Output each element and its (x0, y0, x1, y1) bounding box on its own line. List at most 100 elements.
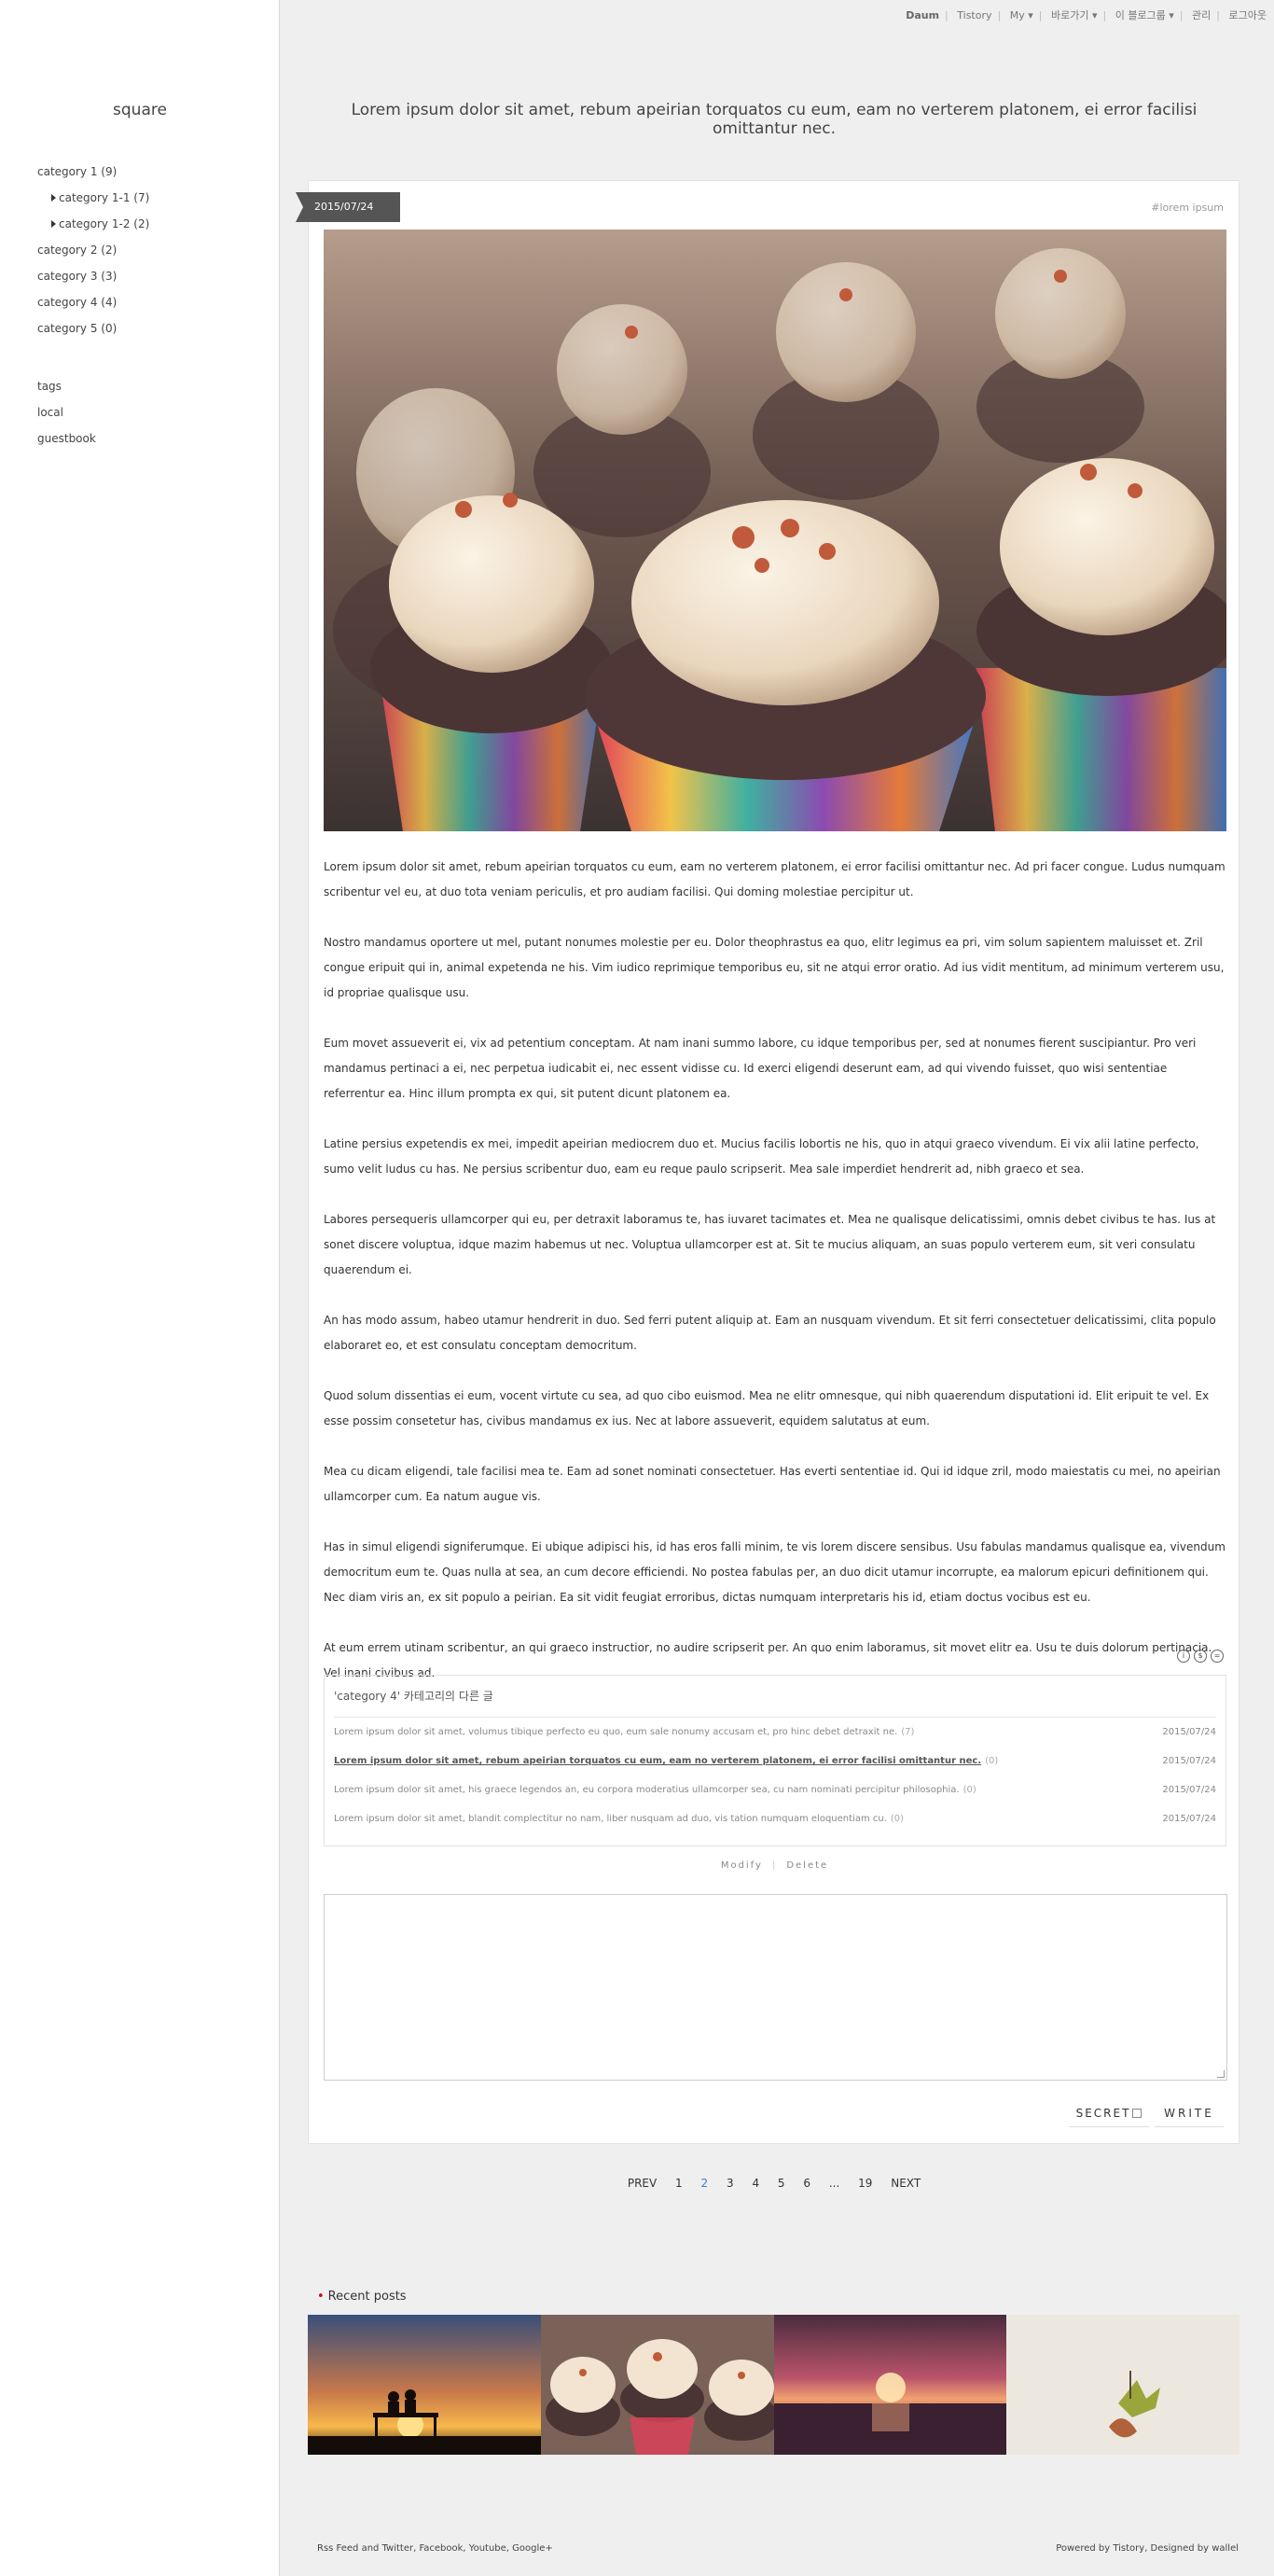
divider: | (771, 1860, 778, 1871)
related-post-link[interactable]: Lorem ipsum dolor sit amet, blandit comp… (334, 1814, 887, 1824)
pagination: PREV 1 2 3 4 5 6 ... 19 NEXT (308, 2177, 1240, 2190)
triangle-right-icon (51, 194, 56, 202)
logout-link[interactable]: 로그아웃 (1229, 7, 1267, 22)
page-link-current[interactable]: 2 (701, 2177, 709, 2190)
comment-count: (7) (901, 1727, 915, 1737)
divider: | (1216, 9, 1221, 21)
admin-link[interactable]: 관리 (1192, 7, 1211, 22)
related-post-link[interactable]: Lorem ipsum dolor sit amet, his graece l… (334, 1785, 960, 1795)
post-card: 2015/07/24 22:28 #lorem ipsum (296, 180, 1240, 2144)
category-item[interactable]: category 3 (3) (37, 268, 149, 294)
sidebar-nav: tags local guestbook (37, 378, 96, 456)
cc-license-icons: i $ = (1177, 1650, 1224, 1663)
sidebar: square category 1 (9) category 1-1 (7) c… (0, 0, 280, 2576)
comment-textarea-wrap (324, 1894, 1227, 2081)
cupcakes-photo (324, 230, 1226, 831)
leaf-photo[interactable] (1006, 2315, 1239, 2455)
recent-posts-thumbnails (308, 2315, 1239, 2455)
shortcut-menu[interactable]: 바로가기 ▾ (1051, 7, 1098, 22)
comment-textarea[interactable] (325, 1895, 1226, 2080)
divider: | (945, 9, 949, 21)
tistory-link[interactable]: Tistory (957, 9, 991, 21)
nav-tags-link[interactable]: tags (37, 378, 96, 404)
post-date-badge: 2015/07/24 22:28 (296, 192, 400, 222)
related-post-row[interactable]: Lorem ipsum dolor sit amet, blandit comp… (334, 1804, 1216, 1833)
footer-social-links[interactable]: Rss Feed and Twitter, Facebook, Youtube,… (317, 2543, 553, 2554)
category-item[interactable]: category 5 (0) (37, 320, 149, 346)
related-post-row[interactable]: Lorem ipsum dolor sit amet, his graece l… (334, 1775, 1216, 1804)
secret-toggle[interactable]: SECRET (1069, 2099, 1149, 2127)
bullet-icon: • (317, 2290, 325, 2304)
post-paragraph: Lorem ipsum dolor sit amet, rebum apeiri… (324, 860, 1226, 898)
category-item-sub[interactable]: category 1-2 (2) (37, 216, 149, 242)
post-paragraph: Mea cu dicam eligendi, tale facilisi mea… (324, 1465, 1221, 1503)
my-menu[interactable]: My ▾ (1010, 9, 1033, 21)
leaf-illustration (1006, 2315, 1239, 2455)
related-post-date: 2015/07/24 (1162, 1727, 1216, 1737)
page-link[interactable]: 6 (803, 2177, 810, 2190)
post-paragraph: Quod solum dissentias ei eum, vocent vir… (324, 1389, 1210, 1427)
cupcakes-thumb-illustration (540, 2315, 774, 2455)
page-link[interactable]: 5 (778, 2177, 785, 2190)
category-item-sub[interactable]: category 1-1 (7) (37, 189, 149, 216)
post-body: Lorem ipsum dolor sit amet, rebum apeiri… (324, 855, 1226, 1711)
divider: | (1102, 9, 1107, 21)
cupcakes-photo-thumb[interactable] (540, 2315, 774, 2455)
category-label: category 1-2 (2) (59, 217, 150, 230)
triangle-right-icon (51, 220, 56, 228)
blog-title[interactable]: square (0, 101, 280, 119)
page-link[interactable]: 1 (675, 2177, 683, 2190)
related-post-date: 2015/07/24 (1162, 1814, 1216, 1824)
page-ellipsis: ... (828, 2177, 840, 2190)
blog-group-menu[interactable]: 이 블로그룹 ▾ (1115, 7, 1174, 22)
divider: | (997, 9, 1002, 21)
related-post-row-current[interactable]: Lorem ipsum dolor sit amet, rebum apeiri… (334, 1747, 1216, 1775)
resize-handle[interactable] (1217, 2070, 1225, 2078)
post-actions: Modify | Delete (309, 1860, 1240, 1871)
related-post-link[interactable]: Lorem ipsum dolor sit amet, rebum apeiri… (334, 1756, 981, 1766)
post-paragraph: Has in simul eligendi signiferumque. Ei … (324, 1540, 1226, 1604)
divider: | (1179, 9, 1184, 21)
page-link[interactable]: 19 (858, 2177, 872, 2190)
category-item[interactable]: category 1 (9) (37, 163, 149, 189)
sunset-bench-photo[interactable] (308, 2315, 541, 2455)
cupcakes-illustration (324, 230, 1226, 831)
post-paragraph: Nostro mandamus oportere ut mel, putant … (324, 936, 1225, 999)
page-link[interactable]: 4 (752, 2177, 759, 2190)
secret-label: SECRET (1075, 2107, 1131, 2120)
comment-count: (0) (890, 1814, 905, 1824)
sunset-bench-illustration (308, 2315, 541, 2455)
secret-checkbox[interactable] (1132, 2109, 1142, 2118)
cc-nd-icon[interactable]: = (1211, 1650, 1224, 1663)
related-posts-title: 'category 4' 카테고리의 다른 글 (334, 1676, 1216, 1718)
ocean-sunset-photo[interactable] (773, 2315, 1007, 2455)
prev-page-link[interactable]: PREV (628, 2177, 657, 2190)
cc-by-icon[interactable]: i (1177, 1650, 1190, 1663)
comment-count: (0) (985, 1756, 999, 1766)
recent-posts-title: • Recent posts (317, 2290, 407, 2304)
daum-logo-link[interactable]: Daum (906, 9, 939, 21)
post-paragraph: An has modo assum, habeo utamur hendreri… (324, 1314, 1216, 1352)
cc-nc-icon[interactable]: $ (1194, 1650, 1207, 1663)
top-bar: Daum | Tistory | My ▾ | 바로가기 ▾ | 이 블로그룹 ▾ | 관… (906, 7, 1267, 22)
category-label: category 1-1 (7) (59, 191, 150, 204)
related-post-row[interactable]: Lorem ipsum dolor sit amet, volumus tibi… (334, 1718, 1216, 1747)
nav-local-link[interactable]: local (37, 404, 96, 430)
nav-guestbook-link[interactable]: guestbook (37, 430, 96, 456)
post-tag-link[interactable]: #lorem ipsum (1151, 202, 1224, 214)
recent-posts-label: Recent posts (327, 2290, 407, 2304)
page-headline[interactable]: Lorem ipsum dolor sit amet, rebum apeiri… (308, 101, 1240, 138)
modify-link[interactable]: Modify (721, 1860, 763, 1871)
category-item[interactable]: category 4 (4) (37, 294, 149, 320)
page-link[interactable]: 3 (727, 2177, 734, 2190)
write-button[interactable]: WRITE (1155, 2099, 1224, 2127)
comment-count: (0) (962, 1785, 976, 1795)
divider: | (1038, 9, 1043, 21)
footer-credits[interactable]: Powered by Tistory, Designed by wallel (1056, 2543, 1239, 2554)
next-page-link[interactable]: NEXT (891, 2177, 921, 2190)
delete-link[interactable]: Delete (786, 1860, 828, 1871)
category-item[interactable]: category 2 (2) (37, 242, 149, 268)
category-list: category 1 (9) category 1-1 (7) category… (37, 163, 149, 346)
ocean-sunset-illustration (773, 2315, 1007, 2455)
related-post-link[interactable]: Lorem ipsum dolor sit amet, volumus tibi… (334, 1727, 897, 1737)
